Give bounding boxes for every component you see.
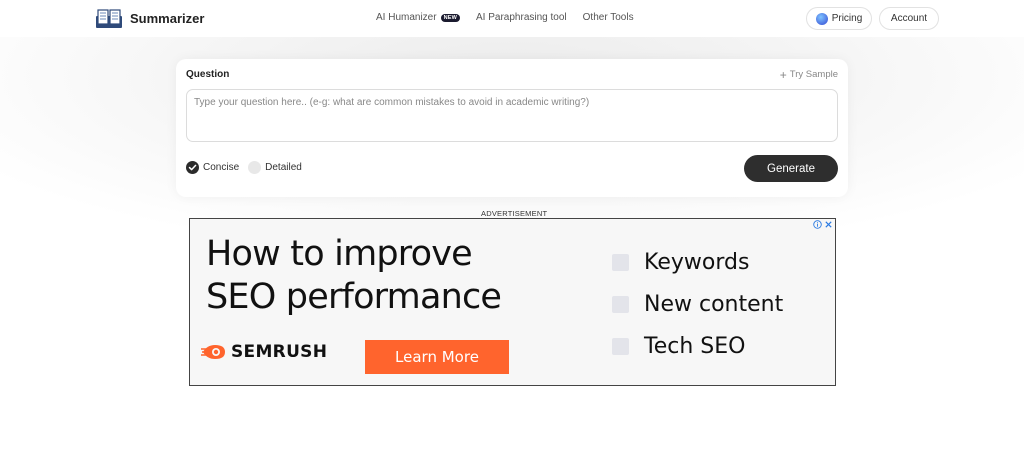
ad-list-text: Keywords	[644, 249, 750, 275]
account-button[interactable]: Account	[879, 7, 939, 30]
pricing-label: Pricing	[831, 13, 863, 24]
answer-length-options: Concise Detailed	[186, 161, 311, 174]
generate-button[interactable]: Generate	[744, 155, 838, 182]
try-sample-label: Try Sample	[789, 69, 838, 80]
ad-list-text: New content	[644, 291, 784, 317]
account-label: Account	[890, 13, 928, 24]
question-label: Question	[186, 69, 230, 80]
premium-gem-icon	[815, 12, 828, 25]
close-icon	[825, 221, 832, 228]
ad-choices[interactable]	[813, 220, 833, 229]
advertisement-banner[interactable]: How to improve SEO performance SEMRUSH L…	[189, 218, 836, 386]
nav-other-tools-label: Other Tools	[582, 12, 634, 23]
list-item: Keywords	[612, 241, 783, 283]
list-item: New content	[612, 283, 783, 325]
concise-label: Concise	[203, 162, 240, 173]
ad-headline: How to improve SEO performance	[206, 233, 502, 319]
question-input[interactable]	[186, 89, 838, 142]
try-sample-link[interactable]: + Try Sample	[779, 67, 838, 82]
checked-circle-icon	[186, 161, 199, 174]
ad-brand-name: SEMRUSH	[231, 342, 328, 362]
learn-more-button[interactable]: Learn More	[365, 340, 509, 374]
main-nav: AI Humanizer NEW AI Paraphrasing tool Ot…	[376, 12, 650, 23]
advertisement-label: ADVERTISEMENT	[481, 209, 548, 218]
nav-ai-paraphrasing-tool[interactable]: AI Paraphrasing tool	[476, 12, 567, 23]
nav-other-tools[interactable]: Other Tools	[583, 12, 634, 23]
nav-ai-paraphrasing-label: AI Paraphrasing tool	[476, 12, 567, 23]
book-logo-icon	[96, 9, 122, 28]
ad-brand-logo: SEMRUSH	[201, 342, 327, 362]
checkbox-icon	[612, 295, 629, 313]
ad-headline-line-1: How to improve	[206, 234, 473, 274]
top-navbar: Summarizer AI Humanizer NEW AI Paraphras…	[0, 0, 1024, 37]
ad-list-text: Tech SEO	[644, 333, 746, 359]
detailed-option[interactable]: Detailed	[248, 161, 302, 174]
nav-ai-humanizer[interactable]: AI Humanizer NEW	[376, 12, 461, 23]
info-icon	[813, 220, 822, 229]
checkbox-icon	[612, 253, 629, 271]
new-badge: NEW	[440, 13, 461, 22]
ad-checklist: Keywords New content Tech SEO	[612, 241, 783, 367]
checkbox-icon	[612, 337, 629, 355]
nav-ai-humanizer-label: AI Humanizer	[376, 12, 437, 23]
plus-icon: +	[779, 67, 787, 82]
detailed-label: Detailed	[265, 162, 302, 173]
question-card: Question + Try Sample Concise Detailed G…	[176, 59, 848, 197]
ad-headline-line-2: SEO performance	[206, 277, 502, 317]
list-item: Tech SEO	[612, 325, 783, 367]
brand-name: Summarizer	[130, 10, 205, 26]
concise-option[interactable]: Concise	[186, 161, 239, 174]
semrush-flame-icon	[201, 345, 225, 359]
brand-logo[interactable]: Summarizer	[95, 7, 204, 29]
unchecked-circle-icon	[248, 161, 262, 174]
pricing-button[interactable]: Pricing	[806, 7, 872, 30]
